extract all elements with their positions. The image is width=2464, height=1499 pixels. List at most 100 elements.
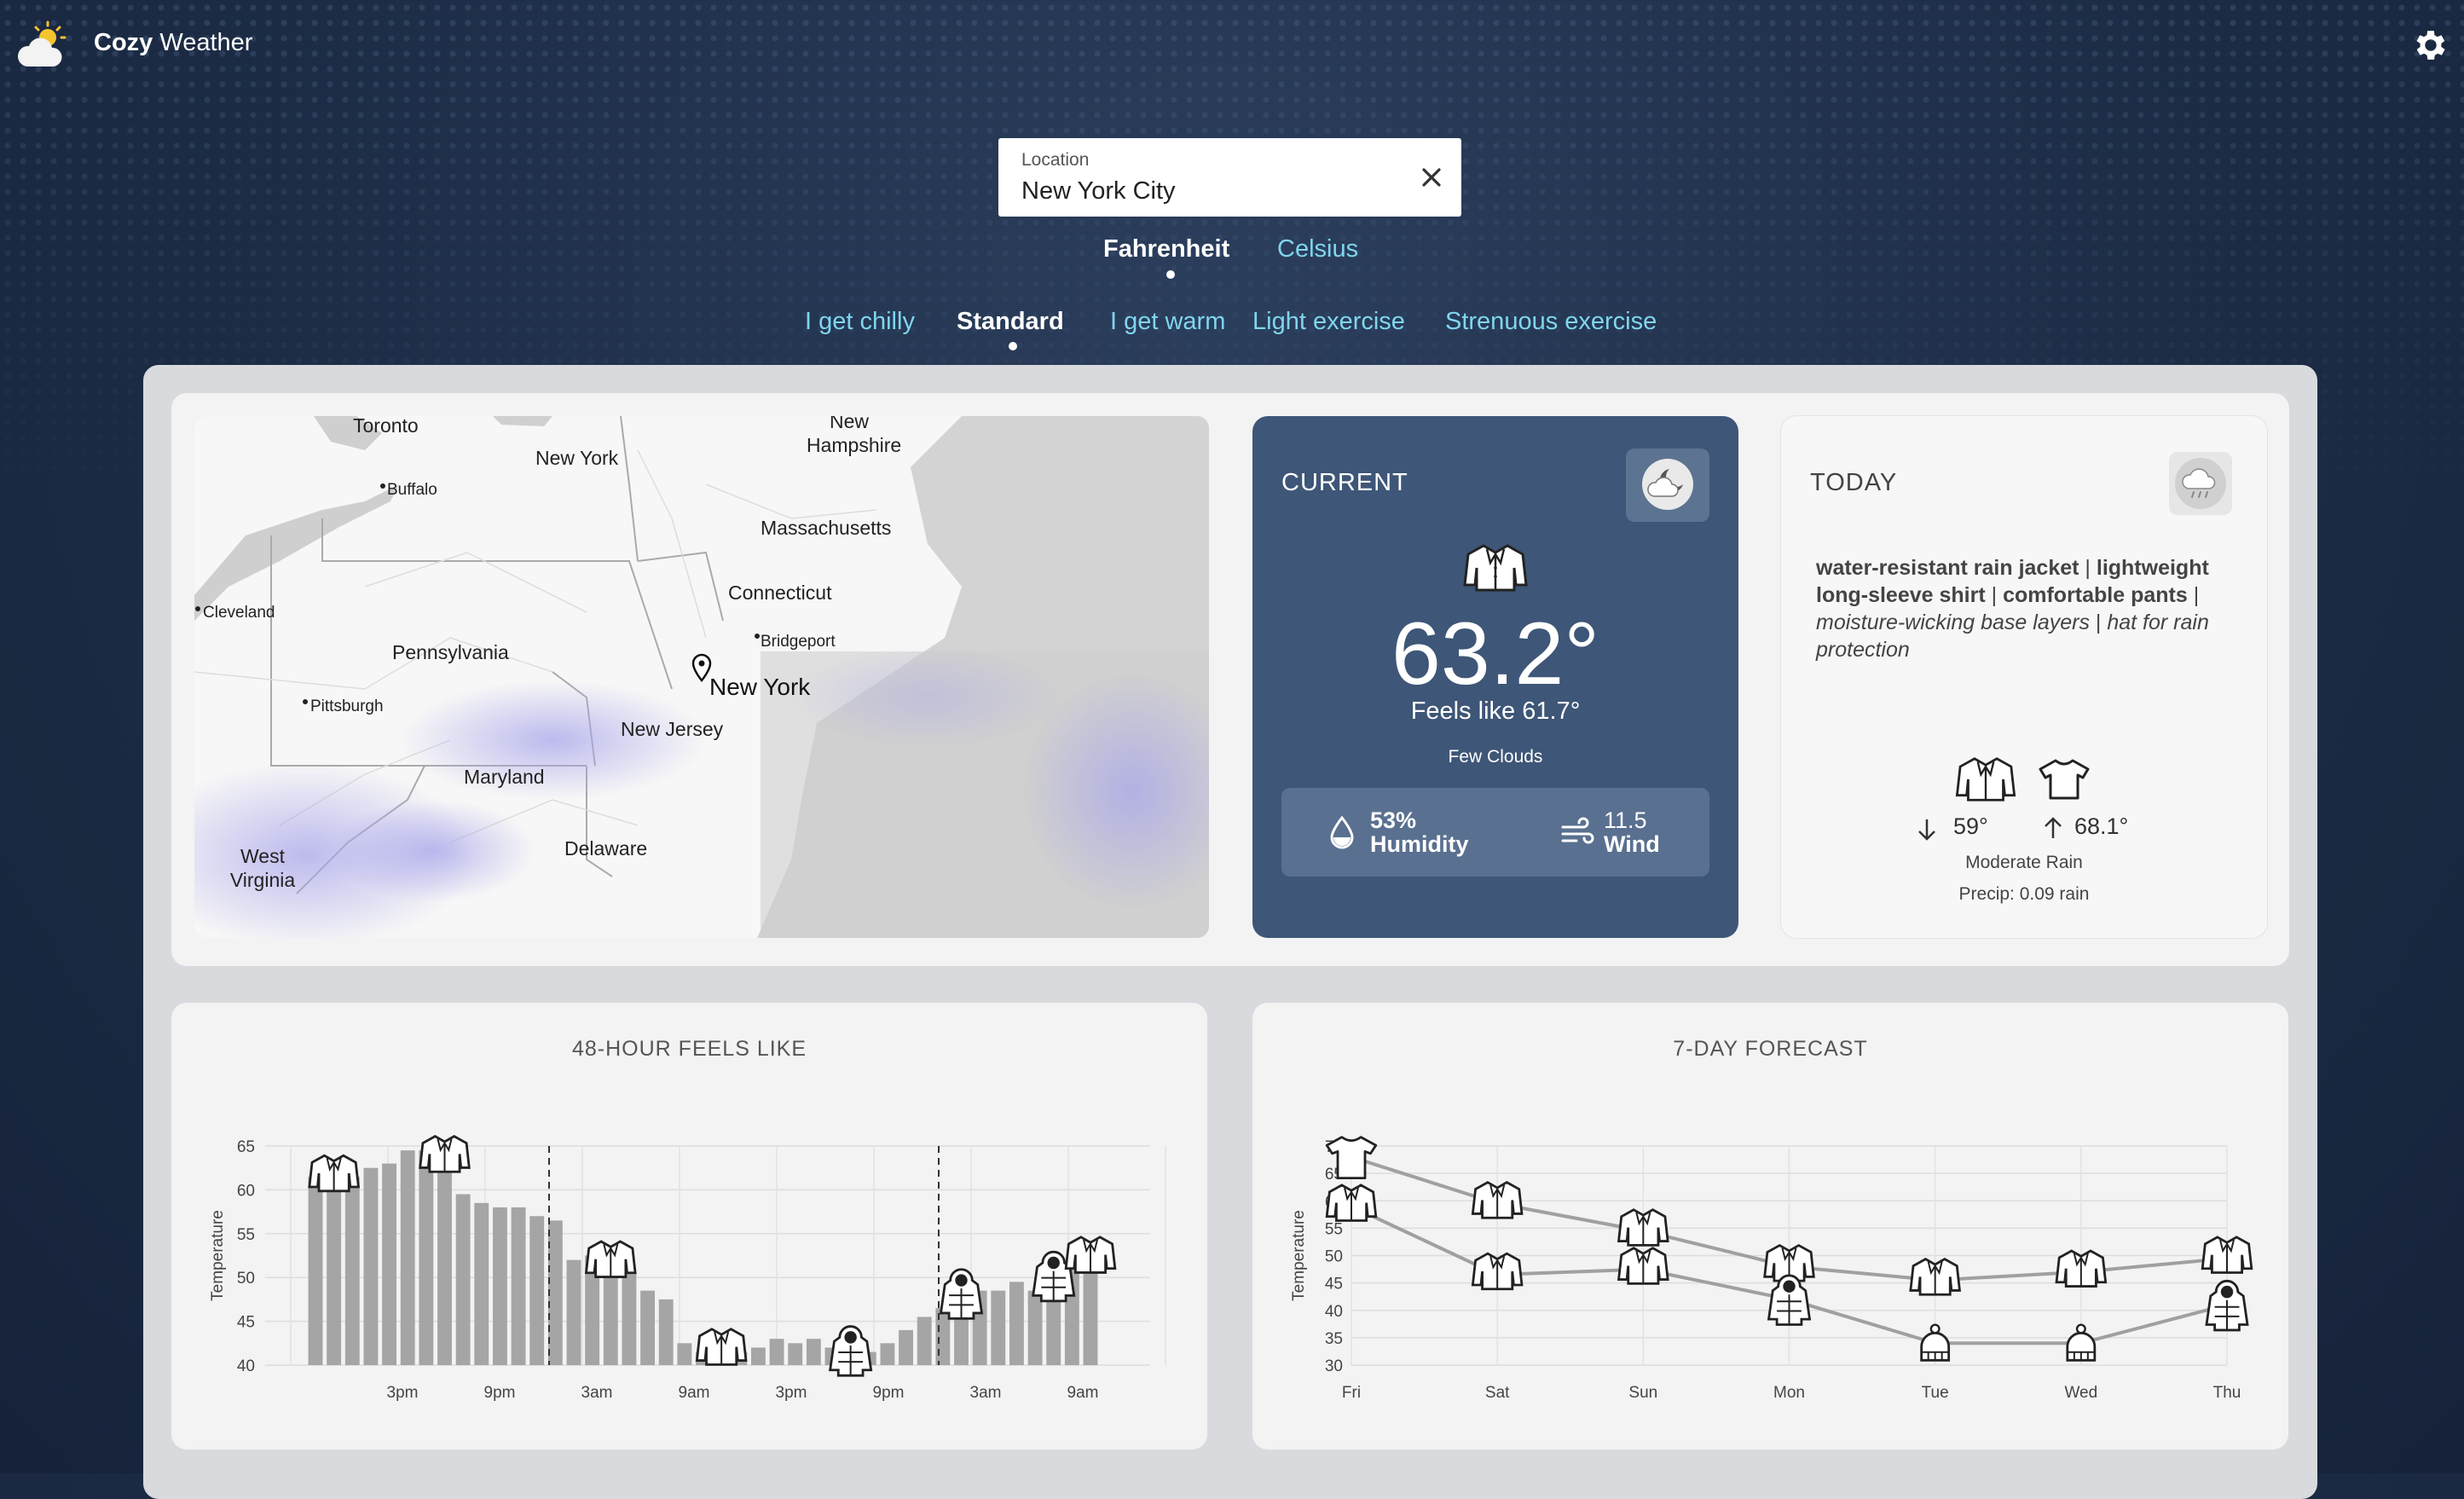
map-label: Pennsylvania	[392, 641, 509, 663]
puffer-coat-icon	[829, 1325, 873, 1377]
today-low: 59°	[1953, 813, 1988, 839]
map-label: New Hampshire	[807, 416, 902, 456]
settings-gear-icon[interactable]	[2411, 26, 2450, 65]
bar	[750, 1347, 766, 1365]
bar	[880, 1343, 895, 1365]
x-tick-label: Tue	[1922, 1384, 1949, 1402]
bar	[547, 1220, 563, 1365]
jacket-icon	[1909, 1258, 1962, 1296]
location-input[interactable]	[1021, 177, 1379, 205]
x-tick-label: Wed	[2064, 1384, 2097, 1402]
y-tick-label: 45	[237, 1314, 255, 1332]
puffer-coat-icon	[939, 1268, 984, 1320]
beanie-icon	[2066, 1323, 2097, 1362]
jacket-icon	[1325, 1184, 1378, 1222]
x-tick-label: Thu	[2213, 1384, 2241, 1402]
x-tick-label: 9am	[679, 1384, 710, 1402]
current-condition: Few Clouds	[1448, 747, 1543, 767]
humidity-label: Humidity	[1370, 831, 1469, 857]
y-tick-label: 55	[237, 1226, 255, 1244]
profile-i-get-warm[interactable]: I get warm	[1110, 308, 1225, 336]
x-tick-label: 3pm	[387, 1384, 419, 1402]
puffer-coat-icon	[2205, 1279, 2249, 1332]
x-tick-label: Fri	[1342, 1384, 1361, 1402]
unit-selected-indicator	[1166, 270, 1175, 279]
today-title: TODAY	[1810, 469, 1898, 496]
hourly-feels-like-card: 48-HOUR FEELS LIKE 40 45 50 55 60 65 Temperatu…	[171, 1003, 1207, 1450]
clear-location-icon[interactable]	[1416, 162, 1447, 193]
y-tick-label: 40	[1325, 1303, 1343, 1321]
t-shirt-icon	[2039, 759, 2090, 800]
current-temperature: 63.2°	[1391, 605, 1599, 703]
current-feels-like: Feels like 61.7°	[1410, 697, 1581, 725]
profile-light-exercise[interactable]: Light exercise	[1252, 308, 1405, 336]
map-label: Maryland	[464, 766, 545, 788]
profile-standard[interactable]: Standard	[957, 308, 1064, 336]
today-condition-icon-box	[2169, 452, 2232, 515]
map-label: Connecticut	[728, 582, 832, 604]
bar	[455, 1194, 471, 1365]
x-tick-label: 9pm	[484, 1384, 516, 1402]
bar	[437, 1159, 452, 1365]
map-label: Cleveland	[203, 604, 275, 622]
map-label: New Jersey	[621, 718, 724, 740]
jacket-icon	[584, 1240, 637, 1278]
humidity-drop-icon	[1330, 815, 1354, 849]
jacket-icon	[308, 1154, 361, 1193]
x-tick-label: 9am	[1067, 1384, 1099, 1402]
bar	[917, 1317, 932, 1365]
map-label: New York	[535, 447, 619, 469]
hourly-feels-like-chart: 40 45 50 55 60 65 Temperature 3pm 9pm 3am 9am 3pm 9p…	[209, 1135, 1166, 1402]
y-tick-label: 45	[1325, 1276, 1343, 1294]
wind-label: Wind	[1604, 831, 1660, 857]
profile-i-get-chilly[interactable]: I get chilly	[805, 308, 915, 336]
jacket-icon	[1617, 1247, 1669, 1285]
jacket-icon	[1617, 1208, 1669, 1247]
y-tick-label: 30	[1325, 1357, 1343, 1375]
jacket-icon	[1955, 757, 2016, 802]
seven-day-forecast-card: 7-DAY FORECAST 303540455055606570FriSatS…	[1252, 1003, 2288, 1450]
y-axis-label: Temperature	[1290, 1210, 1308, 1301]
bar	[492, 1207, 507, 1365]
bar	[566, 1259, 581, 1365]
location-search-box[interactable]: Location	[998, 138, 1461, 217]
profile-strenuous-exercise[interactable]: Strenuous exercise	[1445, 308, 1657, 336]
bar	[806, 1339, 821, 1365]
bar	[419, 1150, 434, 1365]
recommendation-item: water-resistant rain jacket	[1816, 556, 2079, 580]
beanie-icon	[1920, 1323, 1951, 1362]
y-axis-label: Temperature	[209, 1210, 227, 1301]
current-weather-card: CURRENT 63.2° Feels like 61.7° Few Cloud…	[1252, 416, 1738, 938]
unit-fahrenheit[interactable]: Fahrenheit	[1103, 235, 1229, 263]
x-tick-label: Mon	[1773, 1384, 1805, 1402]
location-label: Location	[1021, 150, 1090, 170]
current-title: CURRENT	[1281, 469, 1408, 496]
seven-day-forecast-chart: 303540455055606570FriSatSunMonTueWedThuT…	[1290, 1136, 2253, 1402]
y-tick-label: 65	[237, 1138, 255, 1156]
jacket-icon	[695, 1328, 748, 1366]
bar	[603, 1264, 618, 1365]
jacket-icon	[419, 1135, 471, 1173]
profile-selected-indicator	[1009, 342, 1017, 350]
unit-celsius[interactable]: Celsius	[1277, 235, 1358, 263]
bar	[529, 1216, 545, 1365]
bar	[308, 1176, 323, 1365]
y-tick-label: 35	[1325, 1330, 1343, 1348]
bar	[788, 1343, 803, 1365]
x-tick-label: Sun	[1628, 1384, 1657, 1402]
x-tick-label: Sat	[1485, 1384, 1510, 1402]
y-tick-label: 55	[1325, 1220, 1343, 1238]
bar	[677, 1343, 692, 1365]
x-tick-label: 3pm	[776, 1384, 807, 1402]
jacket-icon	[1064, 1236, 1117, 1274]
bar	[899, 1329, 914, 1365]
x-tick-label: 9pm	[873, 1384, 905, 1402]
arrow-down-icon	[1918, 819, 1935, 841]
recommendation-item: moisture-wicking base layers	[1816, 611, 2090, 634]
current-condition-icon-box	[1626, 449, 1709, 522]
map-label: Toronto	[353, 416, 419, 437]
map-label: Bridgeport	[761, 633, 836, 651]
weather-map[interactable]: Toronto New York Buffalo New Hampshire M…	[194, 416, 1209, 938]
weather-logo-icon	[17, 20, 67, 67]
app-title: Cozy Weather	[94, 29, 253, 56]
